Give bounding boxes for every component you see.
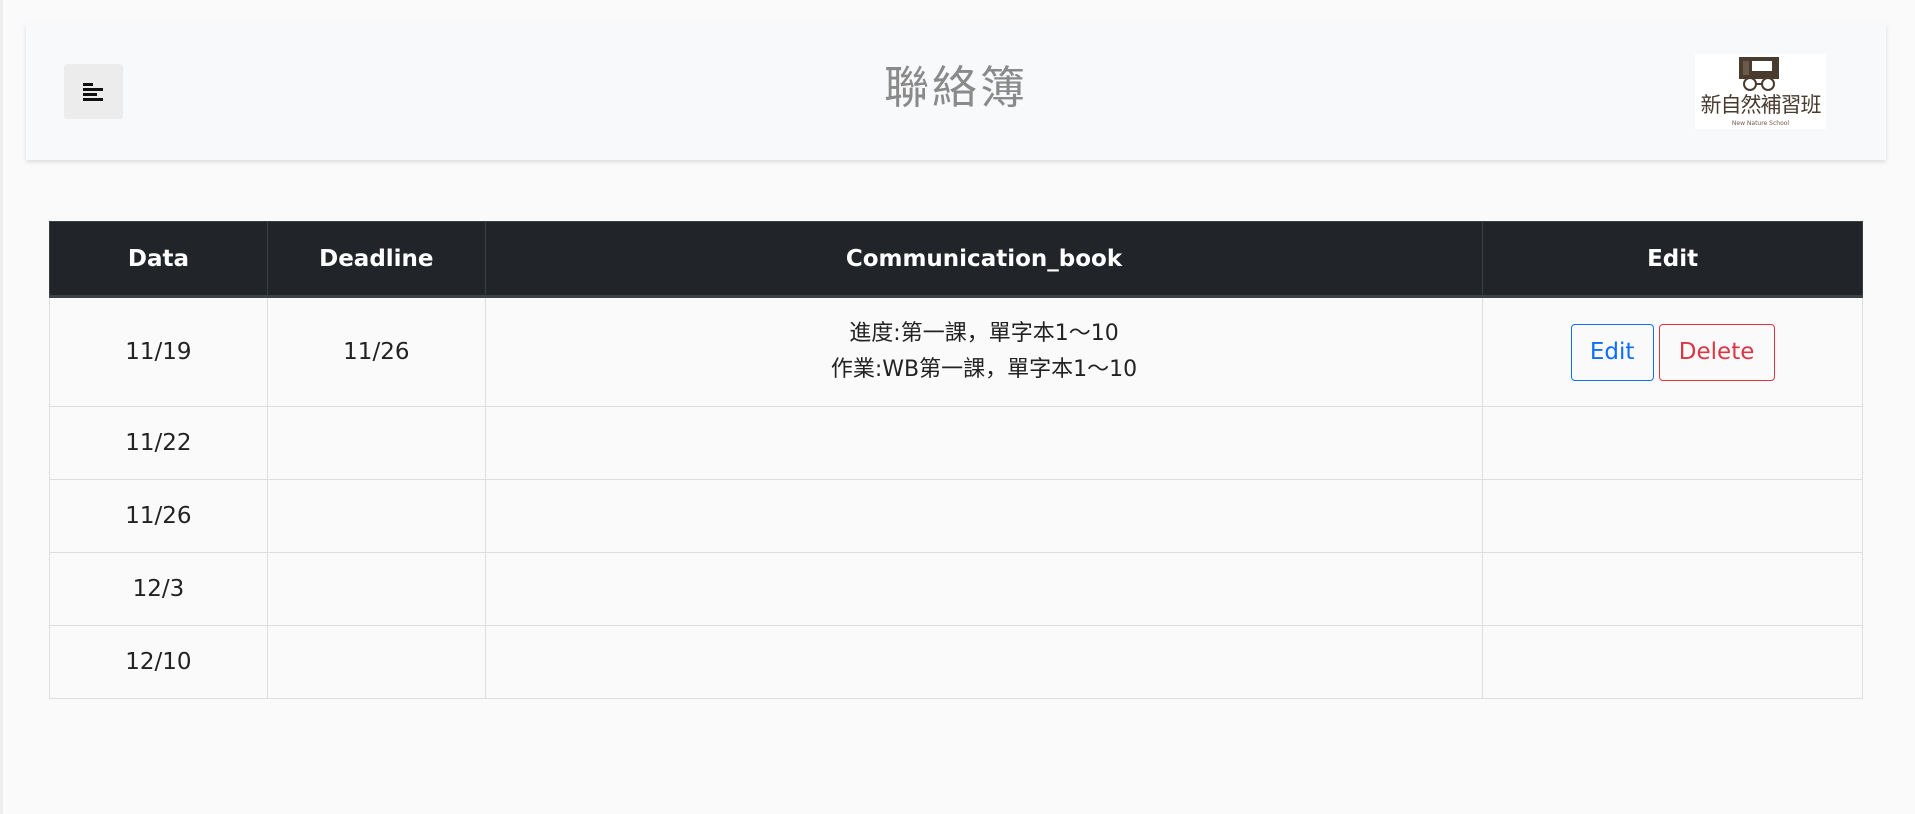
cell-deadline [266,625,486,699]
cell-deadline [266,552,486,626]
book-progress-line: 進度:第一課，單字本1～10 [849,321,1119,346]
cell-data: 11/19 [49,296,268,407]
cell-data: 11/26 [49,479,268,553]
table-row: 12/3 [49,552,1863,626]
column-header-data: Data [49,221,268,298]
edit-button[interactable]: Edit [1570,323,1654,381]
cell-deadline: 11/26 [266,296,486,407]
cell-edit [1482,552,1863,626]
cell-edit: Edit Delete [1482,296,1863,407]
communication-table: Data Deadline Communication_book Edit 11… [49,221,1863,699]
table-row: 11/26 [49,479,1863,553]
cell-communication-book [484,406,1484,480]
cell-deadline [266,406,486,480]
logo-bus-icon [1739,57,1779,91]
top-navbar: 聯絡簿 新自然補習班 New Nature School [26,23,1886,160]
cell-data: 11/22 [49,406,268,480]
cell-edit [1482,625,1863,699]
delete-button[interactable]: Delete [1658,323,1775,381]
cell-communication-book: 進度:第一課，單字本1～10 作業:WB第一課，單字本1～10 [484,296,1484,407]
cell-edit [1482,406,1863,480]
column-header-deadline: Deadline [266,221,486,298]
school-logo: 新自然補習班 New Nature School [1695,54,1826,129]
table-row: 11/19 11/26 進度:第一課，單字本1～10 作業:WB第一課，單字本1… [49,296,1863,407]
table-row: 12/10 [49,625,1863,699]
cell-data: 12/10 [49,625,268,699]
column-header-edit: Edit [1482,221,1863,298]
cell-communication-book [484,479,1484,553]
table-header-row: Data Deadline Communication_book Edit [49,221,1863,298]
cell-deadline [266,479,486,553]
logo-text: 新自然補習班 [1700,93,1822,117]
table-row: 11/22 [49,406,1863,480]
cell-edit [1482,479,1863,553]
book-homework-line: 作業:WB第一課，單字本1～10 [830,357,1138,382]
column-header-communication-book: Communication_book [484,221,1484,298]
cell-communication-book [484,625,1484,699]
page-left-edge [0,0,3,814]
cell-data: 12/3 [49,552,268,626]
logo-subtitle: New Nature School [1731,120,1790,127]
page-title: 聯絡簿 [883,61,1028,114]
cell-communication-book [484,552,1484,626]
